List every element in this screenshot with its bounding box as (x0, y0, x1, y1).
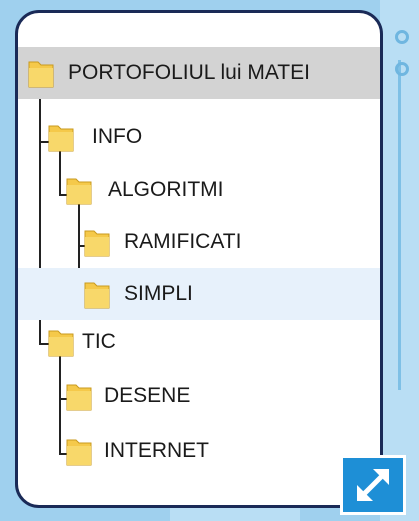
tree-item-label: SIMPLI (124, 282, 193, 305)
folder-icon (84, 230, 110, 257)
folder-tree-panel: PORTOFOLIUL lui MATEI INFO ALGORITMI RAM… (15, 10, 383, 508)
background-line (398, 60, 401, 390)
tree-item-label: ALGORITMI (108, 178, 224, 201)
tree-item-label: RAMIFICATI (124, 230, 242, 253)
folder-icon (66, 384, 92, 411)
background-dot (395, 30, 409, 44)
tree-item-desene[interactable]: DESENE (18, 370, 380, 422)
expand-button[interactable] (340, 455, 406, 515)
tree-item-internet[interactable]: INTERNET (18, 425, 380, 477)
tree-item-label: DESENE (104, 384, 191, 407)
folder-icon (28, 61, 54, 88)
folder-icon (48, 330, 74, 357)
folder-icon (66, 439, 92, 466)
folder-icon (48, 125, 74, 152)
background-dot (395, 62, 409, 76)
tree-item-info[interactable]: INFO (18, 111, 380, 163)
tree-item-simpli[interactable]: SIMPLI (18, 268, 380, 320)
tree-item-label: TIC (82, 330, 116, 353)
folder-icon (66, 178, 92, 205)
tree-item-label: PORTOFOLIUL lui MATEI (68, 61, 310, 84)
expand-arrows-icon (357, 469, 389, 501)
tree-item-root[interactable]: PORTOFOLIUL lui MATEI (18, 47, 380, 99)
tree-item-label: INFO (92, 125, 143, 148)
tree-item-tic[interactable]: TIC (18, 316, 380, 368)
folder-icon (84, 282, 110, 309)
tree-item-algoritmi[interactable]: ALGORITMI (18, 164, 380, 216)
tree-item-label: INTERNET (104, 439, 209, 462)
tree-item-ramificati[interactable]: RAMIFICATI (18, 216, 380, 268)
